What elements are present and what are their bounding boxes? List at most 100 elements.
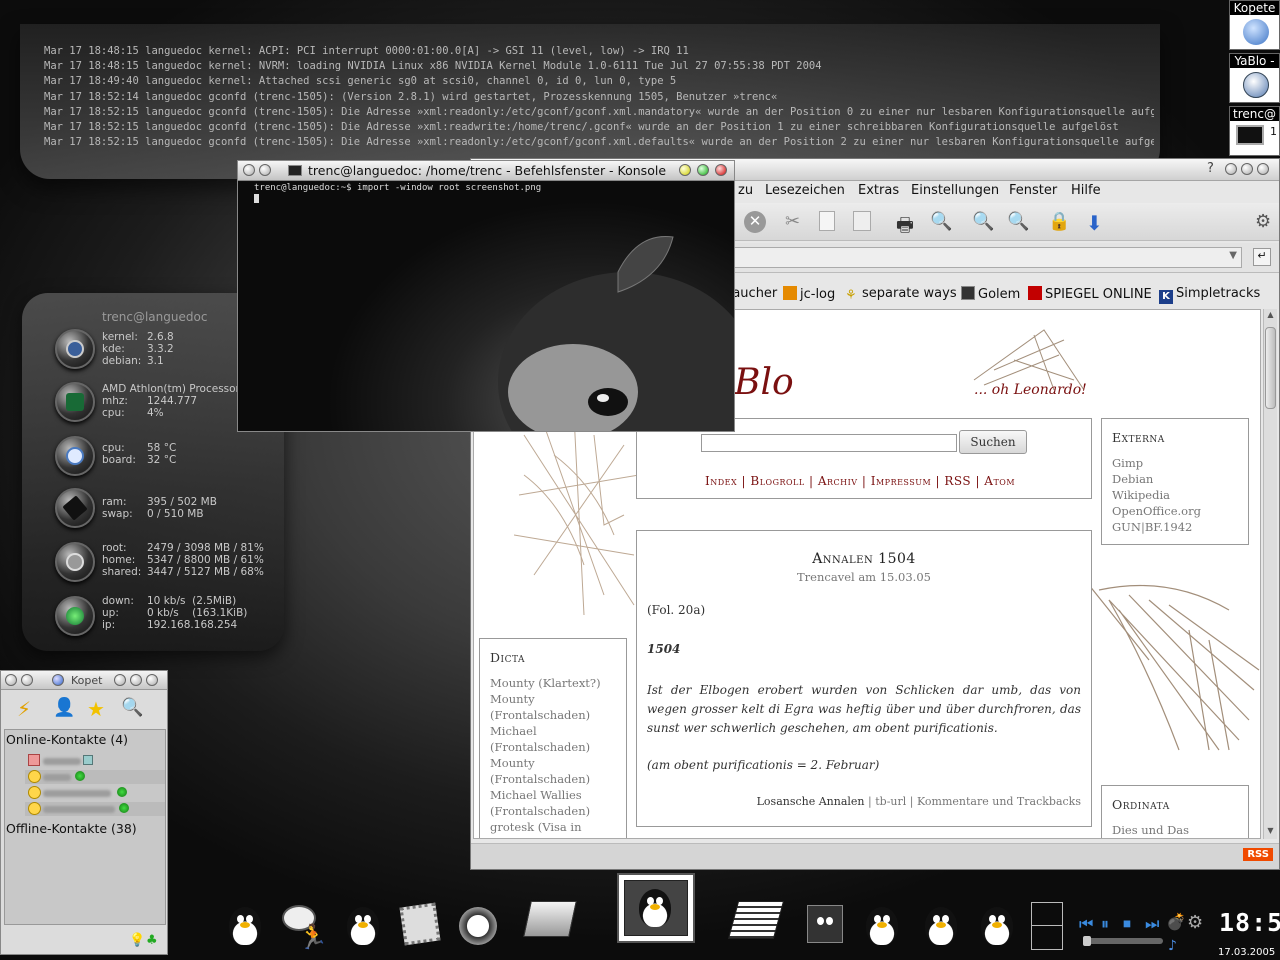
post-title[interactable]: Annalen 1504 bbox=[637, 551, 1091, 567]
konsole-window[interactable]: trenc@languedoc: /home/trenc - Befehlsfe… bbox=[237, 160, 735, 432]
tux-launcher-icon[interactable] bbox=[921, 903, 961, 947]
menu-fenster[interactable]: Fenster bbox=[1009, 183, 1057, 198]
nav-link-impressum[interactable]: Impressum bbox=[871, 474, 931, 488]
rss-badge[interactable]: RSS bbox=[1243, 848, 1273, 861]
chevron-down-icon[interactable]: ▼ bbox=[1229, 250, 1237, 261]
tux-circle-icon[interactable] bbox=[457, 903, 497, 947]
download-arrow-icon[interactable]: ⬇ bbox=[1086, 211, 1108, 235]
dicta-link[interactable]: grotesk (Visa in bbox=[490, 819, 601, 835]
search-icon[interactable]: 🔍 bbox=[121, 697, 145, 721]
nav-link-index[interactable]: Index bbox=[705, 474, 737, 488]
sticky-button[interactable] bbox=[259, 164, 271, 176]
taskbar-button-kopete[interactable]: Kopete bbox=[1229, 0, 1280, 50]
bookmark-link[interactable]: jc-log bbox=[783, 286, 835, 302]
window-menu-button[interactable] bbox=[5, 674, 17, 686]
dicta-link[interactable]: Mounty bbox=[490, 691, 601, 707]
security-lock-icon[interactable]: 🔒 bbox=[1048, 211, 1070, 233]
terminal-area[interactable] bbox=[238, 182, 734, 431]
documents-stack-icon[interactable] bbox=[727, 895, 785, 939]
contact-item[interactable] bbox=[25, 770, 165, 784]
tux-download-icon[interactable] bbox=[343, 903, 383, 947]
tux-control-center-icon[interactable] bbox=[805, 903, 845, 947]
scrollbar-thumb[interactable] bbox=[1265, 327, 1276, 409]
vertical-scrollbar[interactable]: ▲ ▼ bbox=[1263, 309, 1277, 839]
dicta-link[interactable]: Mounty bbox=[490, 755, 601, 771]
nav-link-archiv[interactable]: Archiv bbox=[818, 474, 858, 488]
dicta-link[interactable]: (Frontalschaden) bbox=[490, 803, 601, 819]
externa-link[interactable]: OpenOffice.org bbox=[1112, 503, 1201, 519]
pause-icon[interactable]: ⏸ bbox=[1101, 914, 1109, 934]
dicta-link[interactable]: (Frontalschaden) bbox=[490, 707, 601, 723]
mail-stamp-icon[interactable] bbox=[399, 902, 441, 947]
minimize-button[interactable] bbox=[114, 674, 126, 686]
active-desktop-preview[interactable] bbox=[617, 873, 695, 943]
menu-extras[interactable]: Extras bbox=[858, 183, 899, 198]
dicta-link[interactable]: Mounty (Klartext?) bbox=[490, 675, 601, 691]
search-input[interactable] bbox=[701, 434, 957, 452]
pager-desktop[interactable] bbox=[1031, 902, 1063, 950]
maximize-button[interactable] bbox=[697, 164, 709, 176]
bookmark-link[interactable]: SPIEGEL ONLINE bbox=[1028, 286, 1152, 302]
konqueror-gear-icon[interactable]: ⚙ bbox=[1255, 211, 1277, 233]
tux-editor-icon[interactable] bbox=[862, 903, 902, 947]
previous-icon[interactable]: ⏮ bbox=[1079, 914, 1093, 934]
stop-media-icon[interactable]: ⏹ bbox=[1123, 914, 1131, 934]
close-button[interactable] bbox=[146, 674, 158, 686]
nav-link-blogroll[interactable]: Blogroll bbox=[750, 474, 804, 488]
favorites-star-icon[interactable]: ★ bbox=[87, 697, 111, 721]
contact-item[interactable] bbox=[25, 754, 165, 768]
volume-icon[interactable]: ♪ bbox=[1168, 938, 1177, 954]
taskbar-button-konsole[interactable]: trenc@ 1 bbox=[1229, 106, 1280, 156]
sticky-button[interactable] bbox=[21, 674, 33, 686]
tb-url-link[interactable]: tb-url bbox=[875, 795, 906, 808]
contact-item[interactable] bbox=[25, 802, 165, 816]
offline-contacts-group[interactable]: Offline-Kontakte (38) bbox=[6, 821, 137, 836]
minimize-button[interactable] bbox=[679, 164, 691, 176]
scroll-down-arrow[interactable]: ▼ bbox=[1265, 826, 1276, 838]
dicta-link[interactable]: Michael Wallies bbox=[490, 787, 601, 803]
contact-item[interactable] bbox=[25, 786, 165, 800]
aim-messenger-icon[interactable]: 🏃 bbox=[282, 903, 328, 951]
help-button[interactable]: ? bbox=[1207, 161, 1214, 176]
print-preview-icon[interactable]: 🔍 bbox=[930, 211, 952, 233]
comments-link[interactable]: Kommentare und Trackbacks bbox=[917, 795, 1081, 808]
print-icon[interactable]: 🖶 bbox=[896, 211, 918, 236]
clock-time[interactable]: 18:58 bbox=[1219, 908, 1280, 937]
settings-gear-icon[interactable]: ⚙ bbox=[1187, 912, 1203, 933]
post-category-link[interactable]: Losansche Annalen bbox=[757, 795, 865, 808]
minimize-button[interactable] bbox=[1225, 163, 1237, 175]
set-status-icon[interactable]: ⚡ bbox=[17, 697, 41, 721]
copy-icon[interactable] bbox=[819, 211, 835, 231]
menu-einstellungen[interactable]: Einstellungen bbox=[911, 183, 999, 198]
externa-link[interactable]: GUN|BF.1942 bbox=[1112, 519, 1201, 535]
close-button[interactable] bbox=[715, 164, 727, 176]
ordinata-link[interactable]: Dies und Das bbox=[1112, 822, 1189, 838]
go-button[interactable]: ↵ bbox=[1253, 248, 1271, 266]
tux-painter-icon[interactable] bbox=[977, 903, 1017, 947]
dicta-link[interactable]: (Frontalschaden) bbox=[490, 739, 601, 755]
menu-lesezeichen[interactable]: Lesezeichen bbox=[765, 183, 845, 198]
zoom-out-icon[interactable]: 🔍 bbox=[1007, 211, 1029, 233]
add-contact-icon[interactable]: 👤 bbox=[53, 697, 77, 721]
menu-gehe-zu[interactable]: zu bbox=[738, 183, 753, 198]
search-button[interactable]: Suchen bbox=[959, 430, 1027, 454]
konsole-titlebar[interactable]: trenc@languedoc: /home/trenc - Befehlsfe… bbox=[238, 161, 734, 181]
nav-link-atom[interactable]: Atom bbox=[984, 474, 1015, 488]
tux-launcher-icon[interactable] bbox=[225, 903, 265, 947]
menu-hilfe[interactable]: Hilfe bbox=[1071, 183, 1101, 198]
contact-list[interactable]: Online-Kontakte (4) Offline-Kontakte (38… bbox=[4, 729, 166, 925]
paste-icon[interactable] bbox=[853, 211, 871, 231]
externa-link[interactable]: Gimp bbox=[1112, 455, 1201, 471]
window-menu-button[interactable] bbox=[243, 164, 255, 176]
close-button[interactable] bbox=[1257, 163, 1269, 175]
dicta-link[interactable]: Michael bbox=[490, 723, 601, 739]
dicta-link[interactable]: (Frontalschaden) bbox=[490, 771, 601, 787]
bookmark-link[interactable]: K Simpletracks bbox=[1159, 286, 1260, 304]
next-icon[interactable]: ⏭ bbox=[1145, 914, 1159, 934]
url-input[interactable]: ▼ bbox=[734, 247, 1242, 268]
scroll-up-arrow[interactable]: ▲ bbox=[1265, 310, 1276, 322]
nav-link-rss[interactable]: RSS bbox=[944, 474, 971, 488]
externa-link[interactable]: Debian bbox=[1112, 471, 1201, 487]
kopete-titlebar[interactable]: Kopet bbox=[1, 671, 167, 690]
externa-link[interactable]: Wikipedia bbox=[1112, 487, 1201, 503]
